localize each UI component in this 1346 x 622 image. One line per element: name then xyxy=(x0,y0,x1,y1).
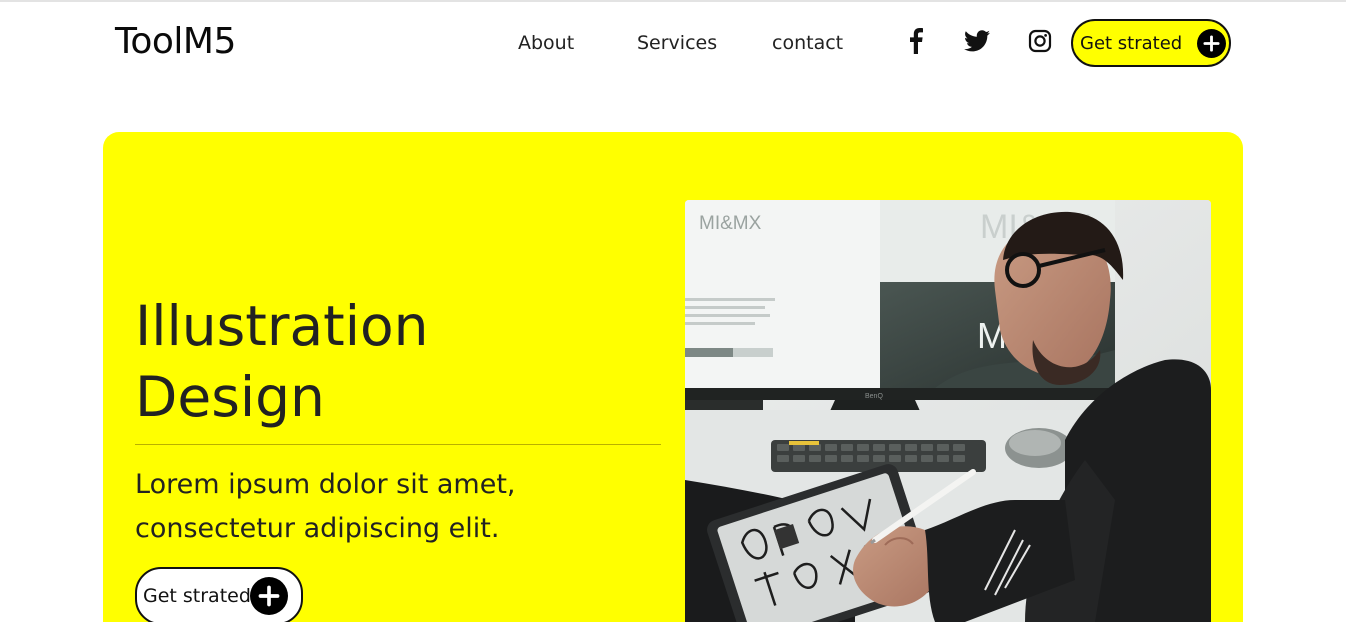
plus-icon xyxy=(250,577,288,615)
hero-title: Illustration Design xyxy=(135,291,655,433)
hero-description: Lorem ipsum dolor sit amet, consectetur … xyxy=(135,463,655,551)
instagram-icon[interactable] xyxy=(1026,27,1054,55)
nav-link-about[interactable]: About xyxy=(518,32,574,54)
site-logo[interactable]: ToolM5 xyxy=(115,21,236,63)
hero-image: MI&MX MI&MX MI&M BenQ xyxy=(685,200,1211,622)
hero-divider xyxy=(135,444,661,445)
hero-description-line1: Lorem ipsum dolor sit amet, xyxy=(135,469,516,500)
monitor-text-left: MI&MX xyxy=(699,213,762,234)
nav-link-services[interactable]: Services xyxy=(637,32,717,54)
designer-with-tablet-illustration: MI&MX MI&MX MI&M BenQ xyxy=(685,200,1211,622)
hero-get-started-button[interactable]: Get strated xyxy=(135,567,303,622)
nav-link-contact[interactable]: contact xyxy=(772,32,843,54)
hero-description-line2: consectetur adipiscing elit. xyxy=(135,513,500,544)
plus-icon xyxy=(1197,29,1226,58)
hero-title-line1: Illustration xyxy=(135,294,429,358)
hero-title-line2: Design xyxy=(135,365,325,429)
twitter-icon[interactable] xyxy=(963,27,991,55)
top-border xyxy=(0,0,1346,2)
hero-get-started-label: Get strated xyxy=(143,585,251,607)
facebook-icon[interactable] xyxy=(902,27,930,55)
header-get-started-button[interactable]: Get strated xyxy=(1071,19,1231,67)
header-get-started-label: Get strated xyxy=(1080,32,1183,54)
monitor-brand: BenQ xyxy=(865,393,883,400)
